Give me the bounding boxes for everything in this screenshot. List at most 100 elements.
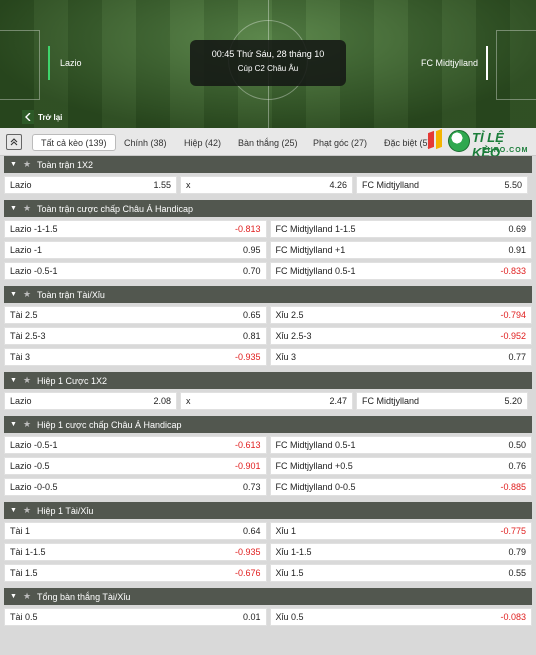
- pitch-right-box: [496, 30, 536, 100]
- odds-value: -0.901: [234, 461, 261, 471]
- odds-cell[interactable]: FC Midtjylland 0.5-1 -0.833: [269, 262, 532, 280]
- market-header[interactable]: ▼ ★ Toàn trận cược chấp Châu Á Handicap: [4, 200, 532, 217]
- odds-cell[interactable]: Lazio -1 0.95: [4, 241, 267, 259]
- star-icon[interactable]: ★: [23, 203, 31, 214]
- market-body: Tài 2.5 0.65 Xỉu 2.5 -0.794 Tài 2.5-3 0.81 Xỉu…: [0, 303, 536, 372]
- odds-value: 0.76: [508, 461, 526, 471]
- odds-cell[interactable]: Tài 3 -0.935: [4, 348, 267, 366]
- odds-cell[interactable]: Lazio -0.5-1 -0.613: [4, 436, 267, 454]
- odds-cell[interactable]: Xỉu 2.5-3 -0.952: [269, 327, 532, 345]
- pitch-left-box: [0, 30, 40, 100]
- selection-label: Xỉu 2.5-3: [275, 331, 312, 341]
- selection-label: Lazio: [10, 180, 32, 190]
- tab-corners[interactable]: Phạt góc (27): [313, 135, 367, 151]
- home-team: Lazio: [48, 46, 82, 80]
- odds-cell[interactable]: Xỉu 1-1.5 0.79: [269, 543, 532, 561]
- market-title: Tổng bàn thắng Tài/Xỉu: [37, 591, 131, 602]
- collapse-all-button[interactable]: [6, 134, 22, 150]
- market-title: Hiệp 1 Cược 1X2: [37, 375, 107, 386]
- odds-value: 0.50: [508, 440, 526, 450]
- star-icon[interactable]: ★: [23, 591, 31, 602]
- market-section: ▼ ★ Hiệp 1 Cược 1X2 Lazio 2.08 x 2.47 FC Midtjy…: [0, 372, 536, 416]
- odds-cell[interactable]: Lazio -0.5-1 0.70: [4, 262, 267, 280]
- odds-cell[interactable]: Tài 2.5-3 0.81: [4, 327, 267, 345]
- odds-value: -0.813: [234, 224, 261, 234]
- odds-value: 0.70: [242, 266, 261, 276]
- odds-cell[interactable]: Tài 1 0.64: [4, 522, 267, 540]
- odds-cell[interactable]: Tài 1-1.5 -0.935: [4, 543, 267, 561]
- selection-label: FC Midtjylland 0-0.5: [275, 482, 356, 492]
- star-icon[interactable]: ★: [23, 289, 31, 300]
- odds-cell[interactable]: Xỉu 1 -0.775: [269, 522, 532, 540]
- site-logo[interactable]: TỈ LỆ KÈO EURO.COM: [424, 128, 534, 160]
- odds-cell[interactable]: Lazio 1.55: [4, 176, 177, 194]
- market-section: ▼ ★ Toàn trận cược chấp Châu Á Handicap Laz…: [0, 200, 536, 286]
- odds-cell[interactable]: Tài 0.5 0.01: [4, 608, 267, 626]
- odds-cell[interactable]: FC Midtjylland 0-0.5 -0.885: [269, 478, 532, 496]
- market-title: Hiệp 1 cược chấp Châu Á Handicap: [37, 419, 182, 430]
- odds-value: 0.64: [242, 526, 261, 536]
- odds-cell[interactable]: Tài 1.5 -0.676: [4, 564, 267, 582]
- odds-value: 0.01: [242, 612, 261, 622]
- selection-label: Lazio -0.5: [10, 461, 50, 471]
- odds-value: 0.79: [508, 547, 526, 557]
- market-section: ▼ ★ Hiệp 1 cược chấp Châu Á Handicap Lazio …: [0, 416, 536, 502]
- selection-label: FC Midtjylland 0.5-1: [275, 266, 356, 276]
- odds-cell[interactable]: Lazio -0-0.5 0.73: [4, 478, 267, 496]
- back-label: Trở lại: [38, 112, 63, 122]
- flag-yellow-icon: [436, 128, 442, 150]
- odds-cell[interactable]: Tài 2.5 0.65: [4, 306, 267, 324]
- market-section: ▼ ★ Tổng bàn thắng Tài/Xỉu Tài 0.5 0.01 Xỉu 0…: [0, 588, 536, 632]
- tab-main[interactable]: Chính (38): [124, 135, 167, 151]
- market-header[interactable]: ▼ ★ Toàn trận Tài/Xỉu: [4, 286, 532, 303]
- market-header[interactable]: ▼ ★ Tổng bàn thắng Tài/Xỉu: [4, 588, 532, 605]
- odds-cell[interactable]: Xỉu 0.5 -0.083: [269, 608, 532, 626]
- odds-cell[interactable]: FC Midtjylland 5.20: [356, 392, 528, 410]
- odds-cell[interactable]: x 4.26: [180, 176, 353, 194]
- odds-cell[interactable]: Xỉu 1.5 0.55: [269, 564, 532, 582]
- market-header[interactable]: ▼ ★ Hiệp 1 Tài/Xỉu: [4, 502, 532, 519]
- odds-cell[interactable]: x 2.47: [180, 392, 353, 410]
- selection-label: Tài 1: [10, 526, 31, 536]
- odds-cell[interactable]: Xỉu 2.5 -0.794: [269, 306, 532, 324]
- star-icon[interactable]: ★: [23, 159, 31, 170]
- market-body: Tài 1 0.64 Xỉu 1 -0.775 Tài 1-1.5 -0.935 Xỉu 1…: [0, 519, 536, 588]
- star-icon[interactable]: ★: [23, 375, 31, 386]
- odds-grid: Tài 0.5 0.01 Xỉu 0.5 -0.083: [4, 608, 532, 626]
- odds-cell[interactable]: FC Midtjylland 5.50: [356, 176, 528, 194]
- market-header[interactable]: ▼ ★ Toàn trận 1X2: [4, 156, 532, 173]
- odds-value: 1.55: [153, 180, 171, 190]
- odds-value: 0.77: [508, 352, 526, 362]
- odds-value: 0.65: [242, 310, 261, 320]
- market-body: Lazio -0.5-1 -0.613 FC Midtjylland 0.5-1 0.…: [0, 433, 536, 502]
- selection-label: Lazio -0-0.5: [10, 482, 58, 492]
- selection-label: FC Midtjylland 1-1.5: [275, 224, 356, 234]
- odds-cell[interactable]: FC Midtjylland 0.5-1 0.50: [269, 436, 532, 454]
- odds-value: 0.73: [242, 482, 261, 492]
- tab-all[interactable]: Tất cả kèo (139): [32, 134, 116, 151]
- odds-cell[interactable]: Lazio 2.08: [4, 392, 177, 410]
- market-body: Lazio 2.08 x 2.47 FC Midtjylland 5.20: [0, 389, 536, 416]
- odds-cell[interactable]: Lazio -1-1.5 -0.813: [4, 220, 267, 238]
- tab-goals[interactable]: Bàn thắng (25): [238, 135, 298, 151]
- star-icon[interactable]: ★: [23, 419, 31, 430]
- chevron-down-icon: ▼: [10, 291, 17, 298]
- market-header[interactable]: ▼ ★ Hiệp 1 Cược 1X2: [4, 372, 532, 389]
- odds-cell[interactable]: Xỉu 3 0.77: [269, 348, 532, 366]
- odds-cell[interactable]: FC Midtjylland +0.5 0.76: [269, 457, 532, 475]
- odds-grid: Tài 1 0.64 Xỉu 1 -0.775 Tài 1-1.5 -0.935 Xỉu 1…: [4, 522, 532, 582]
- selection-label: Tài 0.5: [10, 612, 38, 622]
- odds-value: 0.91: [508, 245, 526, 255]
- tab-half[interactable]: Hiệp (42): [184, 135, 221, 151]
- odds-value: -0.613: [234, 440, 261, 450]
- market-header[interactable]: ▼ ★ Hiệp 1 cược chấp Châu Á Handicap: [4, 416, 532, 433]
- star-icon[interactable]: ★: [23, 505, 31, 516]
- markets-list: ▼ ★ Toàn trận 1X2 Lazio 1.55 x 4.26 FC Midtjyll…: [0, 156, 536, 632]
- odds-cell[interactable]: Lazio -0.5 -0.901: [4, 457, 267, 475]
- flag-red-icon: [428, 130, 434, 150]
- odds-cell[interactable]: FC Midtjylland +1 0.91: [269, 241, 532, 259]
- odds-cell[interactable]: FC Midtjylland 1-1.5 0.69: [269, 220, 532, 238]
- back-button[interactable]: Trở lại: [22, 110, 62, 124]
- chevron-left-icon: [22, 110, 34, 124]
- selection-label: Tài 2.5: [10, 310, 38, 320]
